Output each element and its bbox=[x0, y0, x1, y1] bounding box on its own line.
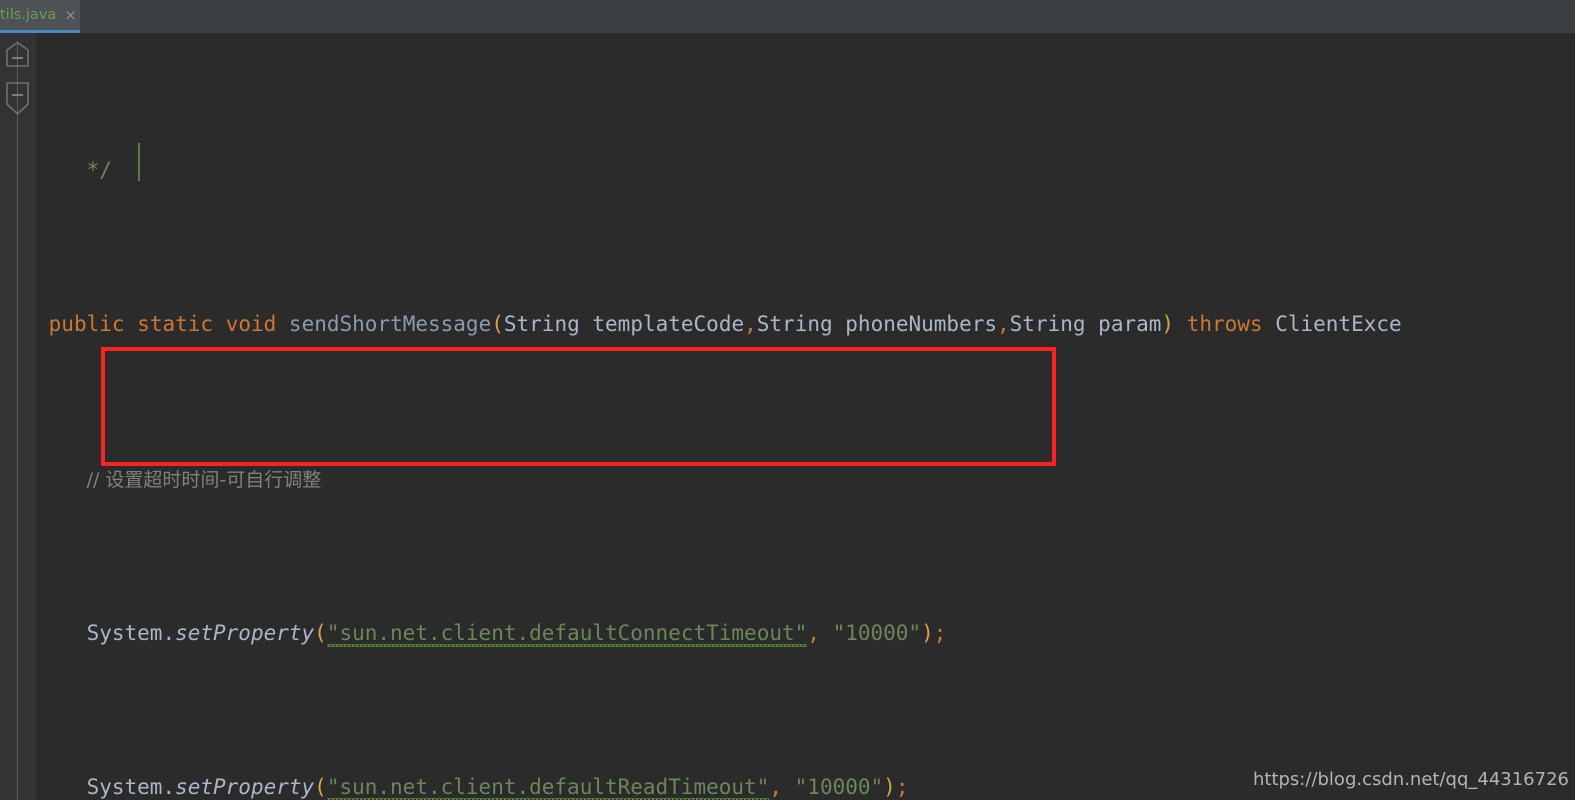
code-editor-area[interactable]: */ public static void sendShortMessage(S… bbox=[36, 33, 1575, 800]
param-type: String bbox=[756, 312, 833, 337]
csdn-watermark: https://blog.csdn.net/qq_44316726 bbox=[1252, 769, 1569, 790]
line-comment: // 设置超时时间-可自行调整 bbox=[86, 468, 322, 491]
string-literal: "10000" bbox=[794, 775, 884, 800]
param-name: phoneNumbers bbox=[845, 312, 997, 337]
param-name: param bbox=[1098, 312, 1162, 337]
object-ref: System bbox=[86, 775, 163, 800]
string-literal: "sun.net.client.defaultConnectTimeout" bbox=[326, 620, 808, 645]
fold-region-line bbox=[17, 41, 18, 800]
close-icon[interactable]: × bbox=[64, 7, 77, 23]
method-call: setProperty bbox=[175, 775, 315, 800]
paren: ) bbox=[921, 620, 934, 645]
dot: . bbox=[162, 620, 176, 645]
semicolon: ; bbox=[933, 620, 947, 645]
string-literal: "10000" bbox=[832, 620, 922, 645]
code-line-2: public static void sendShortMessage(Stri… bbox=[36, 305, 1403, 344]
semicolon: ; bbox=[895, 775, 909, 800]
editor-tab-bar: tils.java × bbox=[0, 0, 1575, 34]
comma: , bbox=[807, 620, 820, 645]
editor-gutter bbox=[0, 33, 36, 800]
editor-tab-active[interactable]: tils.java × bbox=[0, 0, 80, 30]
comma: , bbox=[769, 775, 782, 800]
code-line-3: // 设置超时时间-可自行调整 bbox=[36, 460, 1403, 499]
dot: . bbox=[162, 775, 176, 800]
comma: , bbox=[744, 312, 757, 337]
kw-void: void bbox=[225, 312, 277, 337]
paren: ) bbox=[883, 775, 896, 800]
fold-marker-javadoc-end-icon[interactable] bbox=[4, 41, 31, 75]
paren: ) bbox=[1161, 312, 1175, 337]
paren: ( bbox=[314, 620, 327, 645]
param-name: templateCode bbox=[592, 312, 745, 337]
paren: ( bbox=[491, 312, 504, 337]
paren: ( bbox=[314, 775, 327, 800]
code-line-4: System.setProperty("sun.net.client.defau… bbox=[36, 614, 1403, 653]
source-code: */ public static void sendShortMessage(S… bbox=[36, 35, 1403, 800]
kw-throws: throws bbox=[1186, 312, 1263, 337]
comma: , bbox=[997, 312, 1010, 337]
method-call: setProperty bbox=[175, 620, 315, 645]
kw-public: public bbox=[48, 312, 125, 337]
fold-marker-method-start-icon[interactable] bbox=[4, 81, 31, 119]
exception-type: ClientExce bbox=[1275, 312, 1402, 337]
param-type: String bbox=[503, 312, 580, 337]
param-type: String bbox=[1009, 312, 1086, 337]
code-line-1: */ bbox=[36, 151, 1403, 190]
editor-tab-label: tils.java bbox=[0, 7, 57, 23]
kw-static: static bbox=[137, 312, 214, 337]
javadoc-close: */ bbox=[86, 157, 112, 182]
code-line-5: System.setProperty("sun.net.client.defau… bbox=[36, 768, 1403, 800]
string-literal: "sun.net.client.defaultReadTimeout" bbox=[326, 775, 770, 800]
method-declaration-name: sendShortMessage bbox=[288, 312, 492, 337]
object-ref: System bbox=[86, 620, 163, 645]
